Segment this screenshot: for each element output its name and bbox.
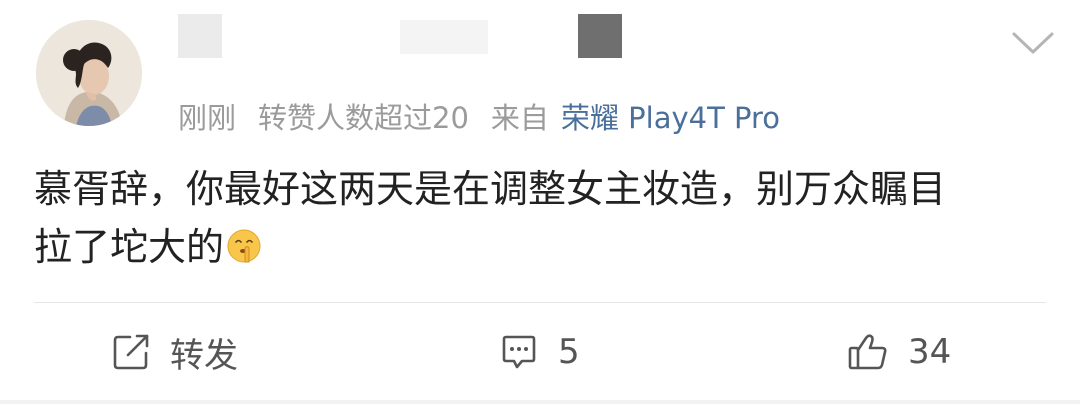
avatar[interactable] <box>36 20 142 126</box>
repost-label: 转发 <box>170 335 238 376</box>
username-redaction <box>178 14 222 58</box>
chevron-down-icon[interactable] <box>1010 28 1056 58</box>
post-text-line-2: 拉了坨大的 <box>34 218 1044 276</box>
like-info: 转赞人数超过20 <box>258 101 469 135</box>
username-redaction <box>578 14 622 58</box>
post-text-line: 拉了坨大的 <box>34 225 225 269</box>
post-time: 刚刚 <box>178 101 237 135</box>
post-meta: 刚刚 转赞人数超过20 来自 荣耀 Play4T Pro <box>178 94 780 138</box>
bottom-separator <box>0 400 1080 404</box>
comment-count: 5 <box>558 332 580 372</box>
avatar-image <box>36 20 142 126</box>
repost-button[interactable]: 转发 <box>110 327 238 377</box>
like-button[interactable]: 34 <box>846 327 951 377</box>
like-count: 34 <box>908 332 952 372</box>
share-box-arrow-icon <box>113 334 149 370</box>
shushing-face-emoji-icon <box>226 228 262 264</box>
username-redaction <box>400 20 488 54</box>
divider <box>34 302 1046 303</box>
source-prefix: 来自 <box>490 101 549 135</box>
device-link[interactable]: 荣耀 Play4T Pro <box>561 95 780 137</box>
comment-bubble-icon <box>502 335 536 369</box>
post-content: 慕胥辞，你最好这两天是在调整女主妆造，别万众瞩目 拉了坨大的 <box>34 160 1044 276</box>
post-text-line: 慕胥辞，你最好这两天是在调整女主妆造，别万众瞩目 <box>34 167 947 211</box>
thumbs-up-icon <box>848 334 887 370</box>
comment-button[interactable]: 5 <box>498 327 580 377</box>
